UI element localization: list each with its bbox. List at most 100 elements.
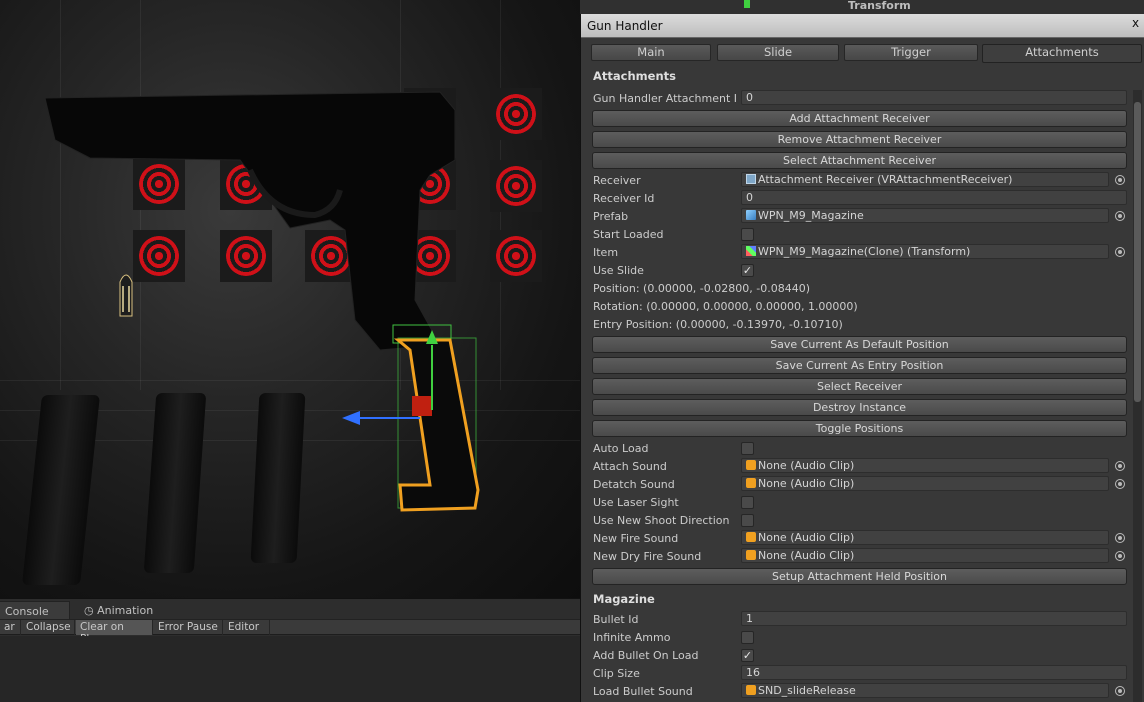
save-default-position-button[interactable]: Save Current As Default Position [592,336,1127,353]
infinite-ammo-label: Infinite Ammo [593,631,671,644]
attachments-header: Attachments [593,69,676,83]
magazine-header: Magazine [593,592,655,606]
add-bullet-on-load-label: Add Bullet On Load [593,649,699,662]
new-fire-sound-field[interactable]: None (Audio Clip) [741,530,1109,545]
tab-main[interactable]: Main [591,44,711,61]
new-fire-sound-label: New Fire Sound [593,532,679,545]
close-icon[interactable]: x [1132,16,1144,36]
gun-handler-window: Gun Handler x Main Slide Trigger Attachm… [580,14,1144,702]
add-bullet-on-load-checkbox[interactable]: ✓ [741,649,754,662]
editor-dropdown[interactable]: Editor ▾ [224,620,270,645]
save-entry-position-button[interactable]: Save Current As Entry Position [592,357,1127,374]
floor-magazine [250,393,306,563]
gun-handler-attachment-label: Gun Handler Attachment I [593,92,737,105]
receiver-field[interactable]: Attachment Receiver (VRAttachmentReceive… [741,172,1109,187]
remove-attachment-receiver-button[interactable]: Remove Attachment Receiver [592,131,1127,148]
scrollbar-thumb[interactable] [1134,102,1141,402]
audio-clip-icon [746,478,756,488]
auto-load-checkbox[interactable] [741,442,754,455]
receiver-id-field[interactable]: 0 [741,190,1127,205]
new-fire-sound-value: None (Audio Clip) [758,531,855,544]
window-title: Gun Handler [587,19,663,33]
prefab-value: WPN_M9_Magazine [758,209,864,222]
receiver-value: Attachment Receiver (VRAttachmentReceive… [758,173,1013,186]
object-picker-icon[interactable] [1115,533,1125,543]
gun-handler-attachment-field[interactable]: 0 [741,90,1127,105]
inspector-scrollbar[interactable] [1133,90,1142,702]
item-value: WPN_M9_Magazine(Clone) (Transform) [758,245,971,258]
tab-console-label: Console [5,605,49,618]
detatch-sound-field[interactable]: None (Audio Clip) [741,476,1109,491]
audio-clip-icon [746,685,756,695]
tab-slide[interactable]: Slide [717,44,839,61]
object-picker-icon[interactable] [1115,211,1125,221]
entry-position-readout: Entry Position: (0.00000, -0.13970, -0.1… [593,318,843,331]
attach-sound-label: Attach Sound [593,460,667,473]
object-picker-icon[interactable] [1115,461,1125,471]
object-picker-icon[interactable] [1115,479,1125,489]
tab-trigger[interactable]: Trigger [844,44,978,61]
prefab-cube-icon [746,210,756,220]
clip-size-field[interactable]: 16 [741,665,1127,680]
load-bullet-sound-field[interactable]: SND_slideRelease [741,683,1109,698]
prefab-label: Prefab [593,210,629,223]
start-loaded-checkbox[interactable] [741,228,754,241]
new-dry-fire-sound-field[interactable]: None (Audio Clip) [741,548,1109,563]
console-log-area[interactable] [0,636,580,702]
attach-sound-field[interactable]: None (Audio Clip) [741,458,1109,473]
console-panel: Console ◷ Animation ar Collapse Clear on… [0,598,580,702]
bullet-id-field[interactable]: 1 [741,611,1127,626]
select-receiver-button[interactable]: Select Receiver [592,378,1127,395]
receiver-script-icon [746,174,756,184]
load-bullet-sound-label: Load Bullet Sound [593,685,693,698]
new-dry-fire-sound-label: New Dry Fire Sound [593,550,702,563]
window-titlebar[interactable]: Gun Handler [581,14,1144,38]
use-laser-sight-label: Use Laser Sight [593,496,679,509]
infinite-ammo-checkbox[interactable] [741,631,754,644]
audio-clip-icon [746,550,756,560]
collapse-button[interactable]: Collapse [22,620,75,635]
toggle-positions-button[interactable]: Toggle Positions [592,420,1127,437]
object-picker-icon[interactable] [1115,175,1125,185]
editor-dropdown-label: Editor [228,621,260,633]
auto-load-label: Auto Load [593,442,649,455]
clear-on-play-button[interactable]: Clear on Play [76,620,153,645]
object-picker-icon[interactable] [1115,686,1125,696]
select-attachment-receiver-button[interactable]: Select Attachment Receiver [592,152,1127,169]
selected-magazine[interactable] [330,320,490,520]
object-picker-icon[interactable] [1115,247,1125,257]
new-dry-fire-sound-value: None (Audio Clip) [758,549,855,562]
use-new-shoot-direction-checkbox[interactable] [741,514,754,527]
rotation-readout: Rotation: (0.00000, 0.00000, 0.00000, 1.… [593,300,858,313]
tab-animation-label: Animation [97,604,154,617]
console-toolbar: ar Collapse Clear on Play Error Pause Ed… [0,619,580,645]
audio-clip-icon [746,460,756,470]
use-slide-checkbox[interactable]: ✓ [741,264,754,277]
tab-attachments[interactable]: Attachments [982,44,1142,63]
tab-animation[interactable]: ◷ Animation [78,601,168,619]
object-picker-icon[interactable] [1115,551,1125,561]
destroy-instance-button[interactable]: Destroy Instance [592,399,1127,416]
error-pause-button[interactable]: Error Pause [154,620,223,635]
hierarchy-strip: Transform [580,0,1144,14]
transform-icon [746,246,756,256]
use-laser-sight-checkbox[interactable] [741,496,754,509]
bullet-model[interactable] [116,268,136,320]
attach-sound-value: None (Audio Clip) [758,459,855,472]
clear-button[interactable]: ar [0,620,21,635]
clip-size-label: Clip Size [593,667,640,680]
load-bullet-sound-value: SND_slideRelease [758,684,856,697]
prefab-field[interactable]: WPN_M9_Magazine [741,208,1109,223]
setup-attachment-held-position-button[interactable]: Setup Attachment Held Position [592,568,1127,585]
scene-view[interactable] [0,0,580,598]
gizmo-green-marker [744,0,750,8]
item-field[interactable]: WPN_M9_Magazine(Clone) (Transform) [741,244,1109,259]
tab-console[interactable]: Console [0,601,70,619]
add-attachment-receiver-button[interactable]: Add Attachment Receiver [592,110,1127,127]
receiver-label: Receiver [593,174,641,187]
position-readout: Position: (0.00000, -0.02800, -0.08440) [593,282,811,295]
detatch-sound-label: Detatch Sound [593,478,675,491]
detatch-sound-value: None (Audio Clip) [758,477,855,490]
clock-icon: ◷ [84,604,98,617]
transform-component-label: Transform [848,0,911,12]
